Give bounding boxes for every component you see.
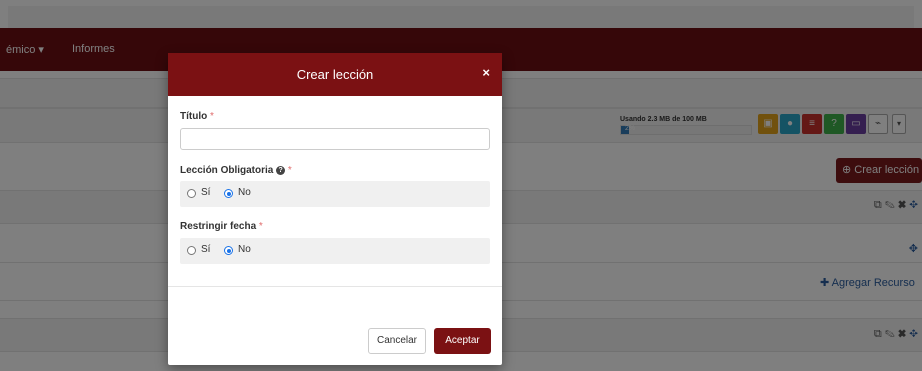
restringir-label: Restringir fecha * bbox=[180, 221, 263, 232]
obligatoria-si-label[interactable]: Sí bbox=[201, 187, 210, 198]
restringir-label-text: Restringir fecha bbox=[180, 221, 257, 232]
restringir-no-radio[interactable] bbox=[224, 246, 233, 255]
obligatoria-label-text: Lección Obligatoria bbox=[180, 165, 274, 176]
restringir-si-radio[interactable] bbox=[187, 246, 196, 255]
crear-leccion-modal: Crear lección × Título * Lección Obligat… bbox=[168, 53, 502, 365]
restringir-si-label[interactable]: Sí bbox=[201, 244, 210, 255]
titulo-input[interactable] bbox=[180, 128, 490, 150]
accept-button[interactable]: Aceptar bbox=[434, 328, 491, 354]
restringir-radio-group: Sí No bbox=[180, 238, 490, 264]
required-mark: * bbox=[258, 221, 263, 232]
modal-header: Crear lección × bbox=[168, 53, 502, 96]
required-mark: * bbox=[287, 165, 292, 176]
required-mark: * bbox=[210, 111, 214, 122]
titulo-label-text: Título bbox=[180, 111, 208, 122]
restringir-no-label[interactable]: No bbox=[238, 244, 251, 255]
obligatoria-si-radio[interactable] bbox=[187, 189, 196, 198]
close-icon[interactable]: × bbox=[482, 65, 490, 80]
modal-title: Crear lección bbox=[296, 67, 374, 82]
modal-footer-divider bbox=[168, 286, 502, 287]
cancel-button[interactable]: Cancelar bbox=[368, 328, 426, 354]
obligatoria-no-radio[interactable] bbox=[224, 189, 233, 198]
titulo-label: Título * bbox=[180, 111, 214, 122]
obligatoria-no-label[interactable]: No bbox=[238, 187, 251, 198]
question-circle-icon[interactable]: ? bbox=[276, 165, 286, 175]
obligatoria-label: Lección Obligatoria ? * bbox=[180, 165, 292, 176]
obligatoria-radio-group: Sí No bbox=[180, 181, 490, 207]
